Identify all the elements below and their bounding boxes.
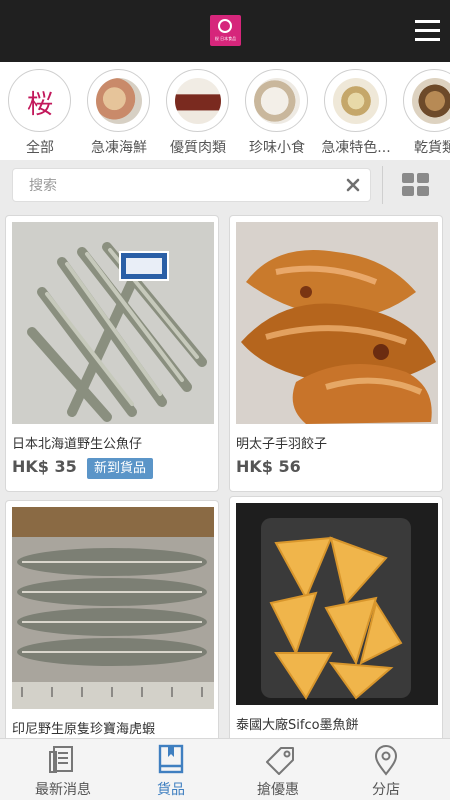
- search-input[interactable]: [29, 175, 329, 197]
- product-name: 明太子手羽餃子: [236, 437, 328, 452]
- category-label: 珍味小食: [249, 140, 305, 156]
- category-image: [403, 69, 450, 132]
- location-pin-icon: [374, 745, 398, 776]
- sakura-logo[interactable]: 桜 日本食品: [210, 15, 241, 46]
- category-snacks[interactable]: 珍味小食: [245, 69, 309, 157]
- book-icon: [158, 744, 184, 774]
- category-frozen-seafood[interactable]: 急凍海鮮: [87, 69, 151, 157]
- product-image: [236, 222, 438, 424]
- sakura-icon: 桜: [27, 90, 54, 120]
- category-image: [324, 69, 387, 132]
- product-name: 泰國大廠Sifco墨魚餅: [236, 718, 359, 733]
- tab-label: 分店: [372, 782, 400, 798]
- product-name: 日本北海道野生公魚仔: [12, 437, 143, 452]
- tab-label: 最新消息: [35, 782, 91, 798]
- tab-branches[interactable]: 分店: [330, 739, 442, 800]
- product-price: HK$ 56: [236, 457, 301, 476]
- category-image: [166, 69, 229, 132]
- product-image: [236, 503, 438, 705]
- logo-text: 桜 日本食品: [214, 36, 237, 41]
- category-all-image: 桜: [8, 69, 71, 132]
- category-label: 優質肉類: [170, 140, 226, 156]
- hamburger-menu-icon[interactable]: [415, 20, 440, 42]
- category-image: [245, 69, 308, 132]
- product-image: [12, 507, 214, 709]
- category-dried-goods[interactable]: 乾貨類: [403, 69, 450, 157]
- category-label: 全部: [26, 140, 54, 156]
- bottom-tab-bar: 最新消息 貨品 搶優惠 分店: [0, 738, 450, 800]
- new-arrival-badge: 新到貨品: [87, 458, 154, 479]
- top-bar: 桜 日本食品: [0, 0, 450, 62]
- search-box: [12, 168, 371, 202]
- tab-label: 搶優惠: [257, 782, 299, 798]
- news-icon: [49, 746, 73, 773]
- category-premium-meat[interactable]: 優質肉類: [166, 69, 230, 157]
- category-label: 急凍海鮮: [91, 140, 147, 156]
- product-image: [12, 222, 214, 424]
- product-card[interactable]: 泰國大廠Sifco墨魚餅: [229, 496, 443, 750]
- category-strip: 桜 全部 急凍海鮮 優質肉類 珍味小食 急凍特色... 乾貨類: [0, 62, 450, 160]
- tag-icon: [266, 747, 294, 775]
- tab-label: 貨品: [157, 782, 185, 798]
- category-frozen-specialty[interactable]: 急凍特色...: [321, 69, 391, 157]
- tab-news[interactable]: 最新消息: [7, 739, 119, 800]
- category-label: 乾貨類: [414, 140, 450, 156]
- grid-view-icon[interactable]: [402, 173, 430, 197]
- category-label: 急凍特色...: [321, 140, 391, 156]
- product-card[interactable]: 日本北海道野生公魚仔 HK$ 35 新到貨品: [5, 215, 219, 492]
- product-name: 印尼野生原隻珍寶海虎蝦: [12, 722, 156, 737]
- category-all[interactable]: 桜 全部: [8, 69, 72, 157]
- divider: [382, 166, 383, 204]
- search-row: [0, 160, 450, 210]
- close-icon[interactable]: [345, 177, 361, 193]
- product-card[interactable]: 印尼野生原隻珍寶海虎蝦: [5, 500, 219, 750]
- product-card[interactable]: 明太子手羽餃子 HK$ 56: [229, 215, 443, 492]
- category-image: [87, 69, 150, 132]
- logo-mark: [218, 19, 232, 33]
- tab-deals[interactable]: 搶優惠: [222, 739, 334, 800]
- tab-products[interactable]: 貨品: [115, 739, 227, 800]
- product-price: HK$ 35: [12, 457, 77, 476]
